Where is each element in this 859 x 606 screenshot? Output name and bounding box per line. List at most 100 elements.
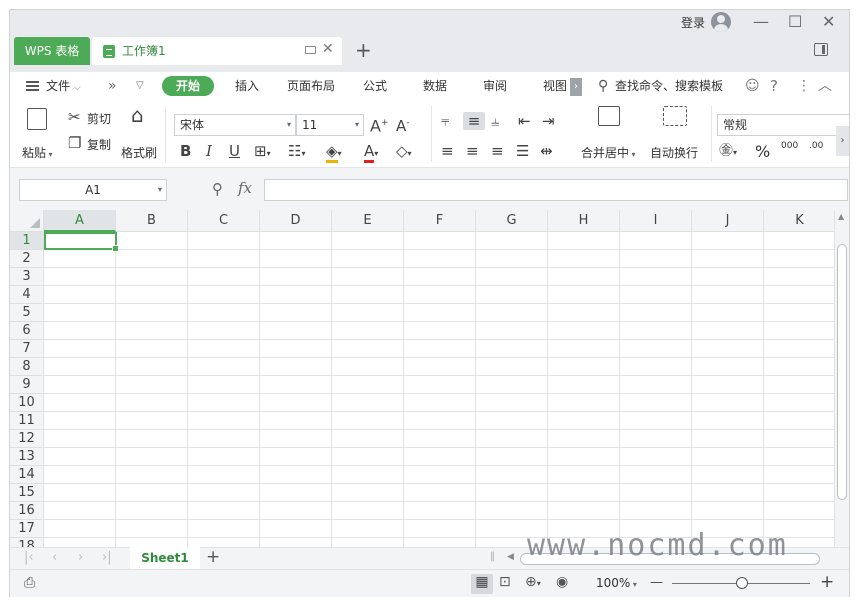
close-window-button[interactable]: ✕ (822, 12, 835, 31)
font-size-increase-icon[interactable]: A+ (370, 114, 389, 135)
merge-center-icon[interactable] (598, 106, 620, 126)
menu-tab-insert[interactable]: 插入 (235, 72, 259, 100)
align-center-icon[interactable]: ≡ (466, 142, 479, 160)
decrease-indent-icon[interactable]: ⇤ (518, 112, 531, 130)
last-sheet-icon[interactable]: ›| (102, 550, 112, 565)
menu-tab-data[interactable]: 数据 (423, 72, 447, 100)
column-header-f[interactable]: F (404, 210, 476, 232)
row-header-10[interactable]: 10 (10, 394, 44, 412)
next-sheet-icon[interactable]: › (78, 550, 83, 565)
zoom-level[interactable]: 100% ▾ (596, 576, 637, 590)
quick-access-dropdown-icon[interactable]: ▽ (136, 72, 144, 100)
cell-style-icon[interactable]: ☷▾ (288, 142, 305, 163)
selected-cell[interactable] (44, 232, 119, 252)
page-break-view-icon[interactable]: ⊡ (499, 574, 511, 590)
increase-decimal-button[interactable]: .00 (809, 141, 823, 151)
column-header-e[interactable]: E (332, 210, 404, 232)
copy-icon[interactable]: ❐ (68, 134, 81, 152)
align-top-icon[interactable]: ⫧ (441, 112, 449, 130)
paste-icon[interactable] (27, 108, 47, 130)
hamburger-icon[interactable] (26, 81, 39, 91)
menu-tab-review[interactable]: 审阅 (483, 72, 507, 100)
column-header-c[interactable]: C (188, 210, 260, 232)
feedback-icon[interactable]: ☺ (745, 72, 760, 100)
row-header-9[interactable]: 9 (10, 376, 44, 394)
menu-file[interactable]: 文件 ⌵ (46, 72, 81, 102)
reading-layout-icon[interactable]: ⊕▾ (525, 574, 541, 590)
number-format-select[interactable]: 常规 (717, 114, 849, 136)
name-box[interactable]: A1 ▾ (19, 179, 167, 201)
row-header-1[interactable]: 1 (10, 232, 44, 250)
cut-button[interactable]: 剪切 (87, 110, 111, 127)
menu-tab-page-layout[interactable]: 页面布局 (287, 72, 335, 100)
minimize-button[interactable]: — (753, 12, 769, 31)
underline-icon[interactable]: U (229, 142, 240, 160)
row-header-3[interactable]: 3 (10, 268, 44, 286)
format-painter-icon[interactable]: ⌂ (131, 105, 144, 125)
side-panel-icon[interactable] (814, 43, 828, 56)
maximize-button[interactable]: ☐ (788, 12, 802, 31)
row-header-15[interactable]: 15 (10, 484, 44, 502)
column-header-g[interactable]: G (476, 210, 548, 232)
collapse-ribbon-icon[interactable]: ︿ (818, 72, 832, 100)
row-header-13[interactable]: 13 (10, 448, 44, 466)
ribbon-scroll-right-icon[interactable]: › (570, 78, 582, 96)
align-right-icon[interactable]: ≡ (491, 142, 504, 160)
close-tab-icon[interactable]: ✕ (322, 41, 334, 57)
column-header-i[interactable]: I (620, 210, 692, 232)
justify-icon[interactable]: ☰ (516, 142, 529, 160)
float-window-icon[interactable] (305, 46, 316, 54)
distribute-icon[interactable]: ⇹ (540, 142, 553, 160)
insert-function-icon[interactable]: fx (238, 179, 252, 197)
font-name-select[interactable]: 宋体 ▾ (174, 114, 296, 136)
align-middle-icon[interactable]: ≡ (463, 112, 485, 130)
thousands-separator-button[interactable]: 000 (781, 141, 798, 151)
column-header-k[interactable]: K (764, 210, 834, 232)
copy-button[interactable]: 复制 (87, 136, 111, 153)
login-link[interactable]: 登录 (681, 14, 705, 31)
add-sheet-button[interactable]: + (206, 547, 220, 567)
scroll-up-icon[interactable]: ▲ (838, 212, 844, 221)
currency-icon[interactable]: ㊎▾ (719, 142, 737, 162)
borders-icon[interactable]: ⊞▾ (254, 142, 271, 163)
avatar-icon[interactable] (711, 12, 731, 32)
formula-input[interactable] (264, 179, 848, 201)
menu-tab-start[interactable]: 开始 (162, 76, 214, 96)
row-header-16[interactable]: 16 (10, 502, 44, 520)
menu-tab-formula[interactable]: 公式 (363, 72, 387, 100)
macro-record-icon[interactable]: ⎙ (24, 575, 35, 591)
paste-button[interactable]: 粘贴 ▾ (22, 144, 53, 161)
increase-indent-icon[interactable]: ⇥ (542, 112, 555, 130)
wrap-text-button[interactable]: 自动换行 (650, 144, 698, 161)
format-painter-button[interactable]: 格式刷 (121, 144, 157, 161)
column-header-h[interactable]: H (548, 210, 620, 232)
font-size-decrease-icon[interactable]: A- (396, 114, 410, 135)
ribbon-more-icon[interactable]: › (836, 126, 849, 156)
wrap-text-icon[interactable] (663, 106, 687, 126)
row-header-18[interactable]: 18 (10, 538, 44, 547)
row-header-12[interactable]: 12 (10, 430, 44, 448)
command-search[interactable]: 查找命令、搜索模板 (615, 72, 723, 100)
zoom-find-icon[interactable]: ⚲ (212, 180, 223, 198)
font-color-icon[interactable]: A▾ (364, 142, 378, 163)
font-size-select[interactable]: 11 ▾ (296, 114, 364, 136)
column-header-a[interactable]: A (44, 210, 116, 232)
eye-protection-icon[interactable]: ◉ (556, 574, 568, 590)
tab-wps-home[interactable]: WPS 表格 (14, 37, 90, 65)
row-header-11[interactable]: 11 (10, 412, 44, 430)
align-bottom-icon[interactable]: ⫨ (491, 112, 499, 130)
fill-color-icon[interactable]: ◈▾ (326, 142, 342, 163)
new-tab-button[interactable]: + (355, 38, 372, 62)
vertical-scrollbar[interactable]: ▲ (834, 210, 849, 547)
tab-document[interactable]: 工作簿1 ✕ (92, 37, 342, 65)
column-header-b[interactable]: B (116, 210, 188, 232)
bold-icon[interactable]: B (180, 142, 191, 160)
row-header-8[interactable]: 8 (10, 358, 44, 376)
help-icon[interactable]: ? (770, 72, 778, 100)
row-header-7[interactable]: 7 (10, 340, 44, 358)
zoom-out-button[interactable]: — (650, 575, 663, 590)
percent-button[interactable]: % (755, 142, 770, 161)
vertical-scroll-thumb[interactable] (837, 244, 847, 500)
row-header-14[interactable]: 14 (10, 466, 44, 484)
column-header-d[interactable]: D (260, 210, 332, 232)
